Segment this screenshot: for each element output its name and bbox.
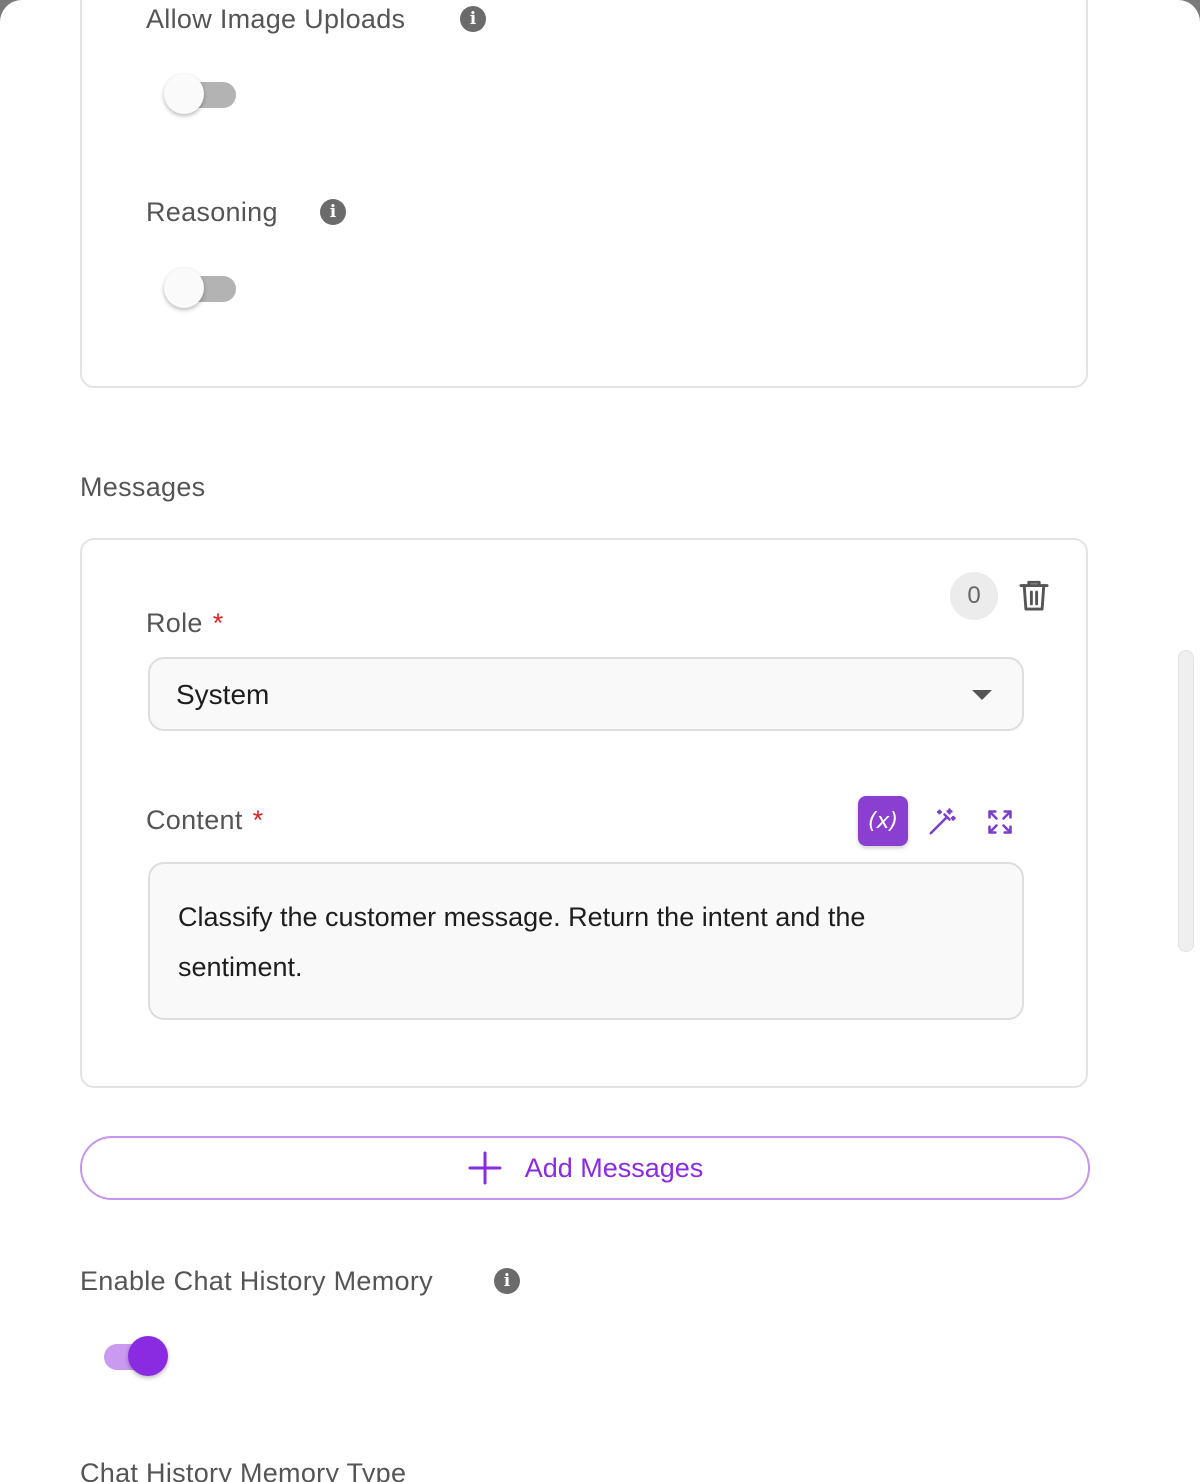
toggle-thumb [164,74,204,114]
role-select-value: System [176,679,270,710]
node-settings-panel: Allow Image Uploads i Reasoning i Messag… [0,0,1200,1482]
role-label-text: Role [146,608,203,638]
enable-chat-history-label: Enable Chat History Memory [80,1266,433,1296]
add-messages-button[interactable]: Add Messages [80,1136,1090,1200]
toggle-thumb [164,268,204,308]
expand-icon[interactable] [984,806,1016,838]
messages-section-label: Messages [80,472,206,502]
message-card: 0 Role * System Content * (x) Classify t… [80,538,1088,1088]
required-marker: * [252,805,264,835]
role-label: Role * [146,608,224,639]
info-icon[interactable]: i [320,199,346,225]
role-select[interactable]: System [148,657,1024,731]
reasoning-toggle[interactable] [164,266,244,310]
required-marker: * [212,608,224,638]
info-icon[interactable]: i [460,6,486,32]
chat-history-memory-type-label: Chat History Memory Type [80,1458,407,1482]
add-messages-label: Add Messages [524,1152,704,1183]
content-label: Content * [146,805,263,836]
enable-chat-history-toggle[interactable] [94,1334,174,1378]
toggle-thumb [128,1336,168,1376]
reasoning-label: Reasoning [146,197,278,227]
content-textarea[interactable]: Classify the customer message. Return th… [148,862,1024,1020]
allow-image-uploads-toggle[interactable] [164,72,244,116]
scrollbar-thumb[interactable] [1178,650,1194,952]
message-index-badge: 0 [950,572,998,620]
trash-icon[interactable] [1016,578,1052,614]
allow-image-uploads-label: Allow Image Uploads [146,4,406,34]
options-card: Allow Image Uploads i Reasoning i [80,0,1088,388]
info-icon[interactable]: i [494,1268,520,1294]
variable-insert-button[interactable]: (x) [858,796,908,846]
plus-icon [467,1150,503,1186]
chevron-down-icon [972,690,992,700]
magic-wand-icon[interactable] [926,806,958,838]
content-label-text: Content [146,805,243,835]
